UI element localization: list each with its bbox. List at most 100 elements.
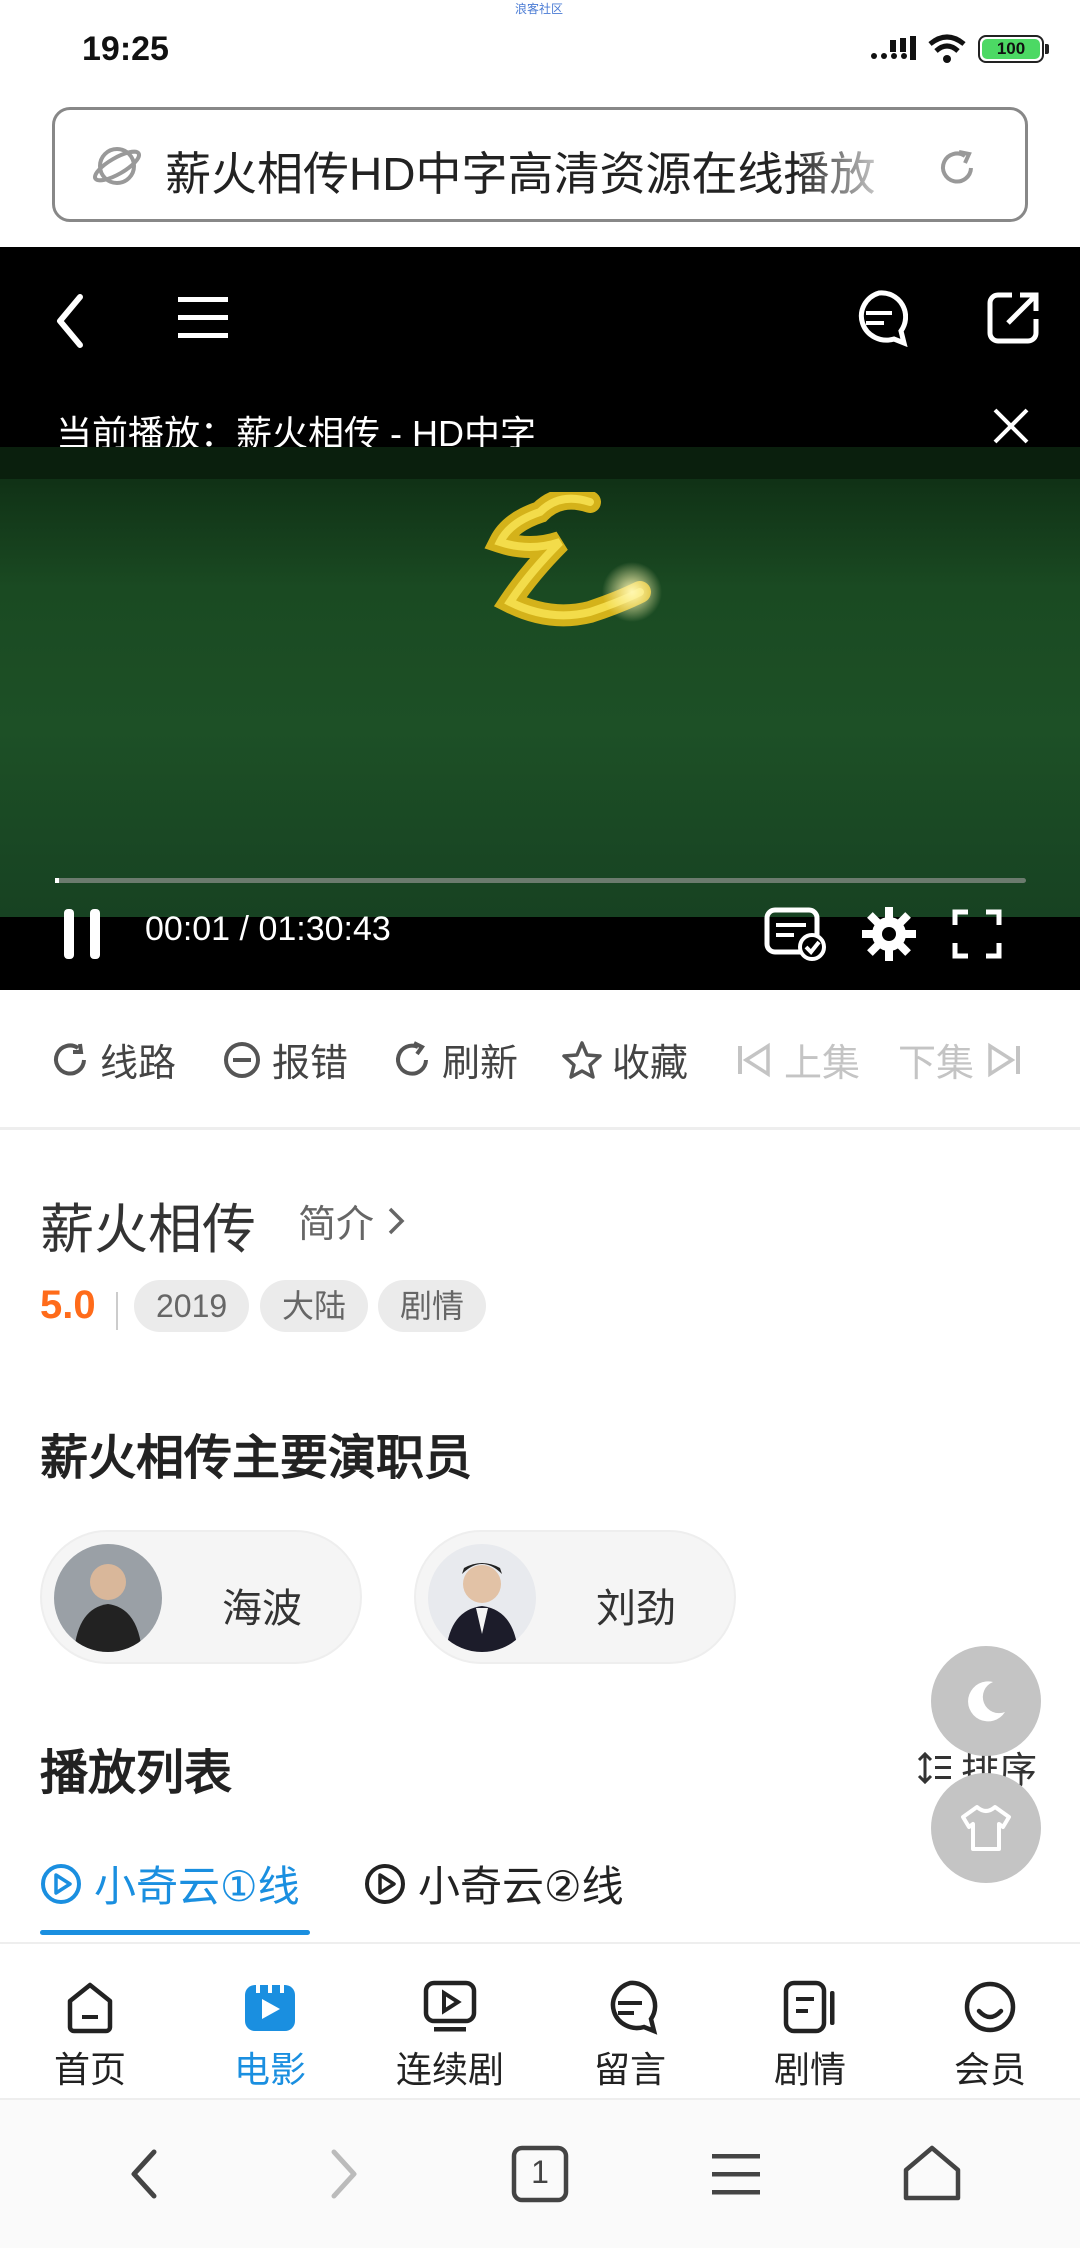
- tab-line-2[interactable]: 小奇云②线: [364, 1853, 624, 1914]
- planet-icon: [92, 147, 142, 185]
- tab-line-2-label: 小奇云②线: [418, 1863, 624, 1910]
- star-icon: [562, 1040, 602, 1079]
- avatar: [428, 1544, 536, 1652]
- cast-card[interactable]: 海波: [40, 1530, 362, 1664]
- share-icon[interactable]: [986, 289, 1042, 345]
- play-circle-icon: [41, 1863, 81, 1904]
- wifi-icon: [928, 34, 966, 63]
- tabs-button[interactable]: 1: [508, 2142, 572, 2206]
- refresh-icon: [396, 1040, 428, 1076]
- signal-icon: [871, 36, 916, 60]
- status-icons: 100: [870, 34, 1049, 64]
- cast-card[interactable]: 刘劲: [414, 1530, 736, 1664]
- comment-icon[interactable]: [850, 289, 908, 347]
- browser-back-icon[interactable]: [114, 2142, 178, 2206]
- tag-region: 大陆: [260, 1280, 369, 1332]
- tv-series-icon: [423, 1980, 477, 2032]
- playback-progress[interactable]: [55, 878, 1026, 883]
- url-text[interactable]: 薪火相传HD中字高清资源在线播放: [165, 138, 905, 204]
- rating-score: 5.0: [40, 1283, 96, 1327]
- menu-icon[interactable]: [176, 291, 230, 345]
- playlist-heading: 播放列表: [40, 1747, 233, 1800]
- cast-name: 刘劲: [596, 1587, 676, 1631]
- member-icon: [964, 1981, 1016, 2033]
- movie-icon: [245, 1983, 295, 2031]
- next-label: 下集: [898, 1043, 975, 1085]
- time-total: 01:30:43: [258, 910, 391, 948]
- minus-circle-icon: [224, 1041, 260, 1078]
- cast-name: 海波: [222, 1587, 302, 1631]
- back-icon[interactable]: [52, 291, 88, 351]
- message-icon: [610, 1980, 658, 2035]
- time-display: 00:01 / 01:30:43: [145, 910, 391, 949]
- nav-message[interactable]: 留言: [560, 1979, 700, 2093]
- video-player[interactable]: 当前播放：薪火相传 - HD中字 00:01 / 01:30:43: [0, 247, 1080, 990]
- subtitle-icon[interactable]: [764, 907, 826, 961]
- time-separator: /: [239, 910, 259, 948]
- battery-level: 100: [982, 39, 1040, 59]
- bottom-nav: 首页 电影 连续剧 留言 剧情 会员: [0, 1955, 1080, 2100]
- fullscreen-icon[interactable]: [952, 909, 1002, 959]
- divider: [116, 1292, 118, 1330]
- divider: [0, 1942, 1080, 1944]
- nav-home[interactable]: 首页: [20, 1979, 160, 2093]
- tab-line-1-label: 小奇云①线: [94, 1863, 300, 1910]
- browser-forward-icon[interactable]: [310, 2142, 374, 2206]
- dragon-logo-image: [484, 492, 662, 627]
- reload-icon[interactable]: [935, 146, 979, 190]
- nav-tv-series[interactable]: 连续剧: [380, 1979, 520, 2093]
- play-circle-icon: [365, 1863, 405, 1904]
- nav-movie-label: 电影: [233, 2049, 306, 2090]
- time-current: 00:01: [145, 910, 231, 948]
- progress-fill: [55, 878, 59, 883]
- nav-plot-label: 剧情: [773, 2049, 846, 2090]
- browser-home-icon[interactable]: [900, 2142, 964, 2206]
- action-row: 线路 报错 刷新 收藏 上集 下集: [0, 990, 1080, 1130]
- status-bar: 19:25 浪客社区 100: [0, 0, 1080, 100]
- address-bar[interactable]: 薪火相传HD中字高清资源在线播放: [52, 107, 1028, 222]
- next-episode-button[interactable]: 下集: [898, 1032, 1024, 1087]
- status-site-label: 浪客社区: [515, 2, 564, 16]
- status-time: 19:25: [82, 30, 169, 68]
- intro-link[interactable]: 简介: [298, 1193, 406, 1248]
- route-label: 线路: [100, 1043, 177, 1085]
- close-icon[interactable]: [992, 407, 1030, 445]
- player-top-bar: 当前播放：薪火相传 - HD中字: [0, 247, 1080, 454]
- nav-movie[interactable]: 电影: [200, 1979, 340, 2093]
- previous-episode-button[interactable]: 上集: [734, 1032, 860, 1087]
- browser-menu-icon[interactable]: [704, 2142, 768, 2206]
- cast-heading: 薪火相传主要演职员: [40, 1432, 473, 1485]
- skip-previous-icon: [738, 1042, 770, 1077]
- skin-button[interactable]: [931, 1773, 1041, 1883]
- battery-icon: 100: [978, 35, 1049, 63]
- report-label: 报错: [272, 1043, 349, 1085]
- tag-genre: 剧情: [378, 1280, 487, 1332]
- tab-count: 1: [531, 2154, 549, 2190]
- avatar: [54, 1544, 162, 1652]
- previous-label: 上集: [784, 1043, 861, 1085]
- night-mode-button[interactable]: [931, 1646, 1041, 1756]
- tab-line-1[interactable]: 小奇云①线: [40, 1853, 300, 1914]
- favorite-button[interactable]: 收藏: [562, 1032, 688, 1087]
- nav-plot[interactable]: 剧情: [740, 1979, 880, 2093]
- tshirt-icon: [961, 1805, 1011, 1851]
- movie-title: 薪火相传: [40, 1200, 256, 1260]
- refresh-button[interactable]: 刷新: [392, 1032, 518, 1087]
- home-icon: [67, 1982, 113, 2034]
- nav-member[interactable]: 会员: [920, 1979, 1060, 2093]
- route-button[interactable]: 线路: [50, 1032, 176, 1087]
- browser-toolbar: 1: [0, 2100, 1080, 2248]
- report-error-button[interactable]: 报错: [222, 1032, 348, 1087]
- nav-member-label: 会员: [953, 2049, 1026, 2090]
- pause-icon[interactable]: [60, 907, 106, 961]
- intro-label: 简介: [298, 1204, 375, 1246]
- route-icon: [54, 1043, 86, 1075]
- nav-tv-series-label: 连续剧: [395, 2049, 504, 2090]
- settings-gear-icon[interactable]: [860, 905, 918, 963]
- nav-message-label: 留言: [593, 2049, 666, 2090]
- refresh-label: 刷新: [442, 1043, 519, 1085]
- chevron-right-icon: [388, 1207, 405, 1234]
- favorite-label: 收藏: [612, 1043, 689, 1085]
- moon-icon: [968, 1681, 1005, 1722]
- skip-next-icon: [988, 1042, 1021, 1077]
